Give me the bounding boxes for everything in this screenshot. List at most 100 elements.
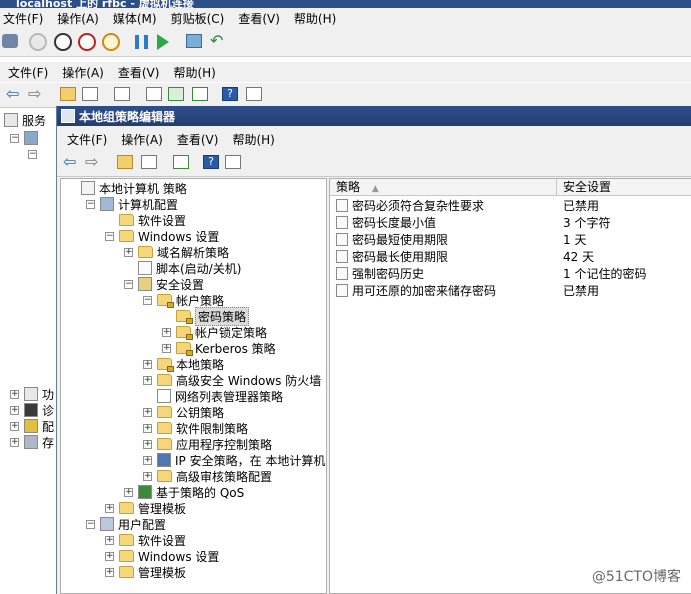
expand-icon[interactable]: + [143, 423, 152, 433]
tree-item[interactable]: + 软件限制策略 [143, 420, 248, 436]
gp-menu-file[interactable]: 文件(F) [67, 131, 107, 148]
show-action-pane-icon[interactable] [225, 155, 241, 169]
cm-tree-item-diag[interactable]: + 诊 [10, 402, 54, 418]
policy-row[interactable]: 密码最短使用期限 1 天 [330, 230, 691, 247]
tree-item[interactable]: 本地计算机 策略 [67, 180, 187, 196]
cm-tree-item-storage[interactable]: + 存 [10, 434, 54, 450]
up-folder-icon[interactable] [60, 87, 76, 101]
policy-row[interactable]: 密码最长使用期限 42 天 [330, 247, 691, 264]
tree-item[interactable]: − 安全设置 [124, 276, 204, 292]
tree-item[interactable]: 密码策略 [162, 306, 250, 326]
column-header-policy[interactable]: 策略 ▲ [330, 179, 557, 196]
expand-icon[interactable]: + [143, 375, 152, 385]
tree-item[interactable]: 网络列表管理器策略 [143, 388, 283, 404]
expand-icon[interactable]: + [143, 471, 152, 481]
refresh-icon[interactable] [168, 87, 184, 101]
show-hide-tree-icon[interactable] [141, 155, 157, 169]
vm-menu-view[interactable]: 查看(V) [238, 10, 280, 27]
collapse-icon[interactable]: − [28, 149, 37, 159]
expand-icon[interactable]: + [10, 405, 19, 415]
reset-icon[interactable] [157, 34, 169, 50]
snapshot-icon[interactable] [186, 34, 202, 48]
expand-icon[interactable]: + [105, 567, 114, 577]
ctrl-alt-del-icon[interactable] [2, 34, 18, 48]
cm-tree-item-system[interactable]: − [10, 130, 42, 146]
back-icon[interactable]: ⇦ [6, 86, 22, 102]
power-icon[interactable] [102, 33, 120, 51]
tree-item[interactable]: 软件设置 [105, 212, 186, 228]
vm-menu-clipboard[interactable]: 剪贴板(C) [171, 10, 225, 27]
gp-menu-view[interactable]: 查看(V) [177, 131, 219, 148]
policy-row[interactable]: 密码必须符合复杂性要求 已禁用 [330, 196, 691, 213]
pause-icon[interactable] [135, 35, 148, 49]
expand-icon[interactable]: + [143, 407, 152, 417]
cm-menu-view[interactable]: 查看(V) [118, 64, 160, 81]
expand-icon[interactable]: + [105, 535, 114, 545]
show-hide-tree-icon[interactable] [82, 87, 98, 101]
tree-item[interactable]: + 软件设置 [105, 532, 186, 548]
tree-item[interactable]: − 用户配置 [86, 516, 166, 532]
revert-icon[interactable]: ↶ [210, 33, 226, 49]
vm-menu-media[interactable]: 媒体(M) [113, 10, 157, 27]
forward-icon[interactable]: ⇨ [85, 154, 101, 170]
policy-row[interactable]: 密码长度最小值 3 个字符 [330, 213, 691, 230]
gp-menu-help[interactable]: 帮助(H) [232, 131, 274, 148]
shutdown-icon[interactable] [78, 33, 96, 51]
turn-off-icon[interactable] [54, 33, 72, 51]
cm-menu-help[interactable]: 帮助(H) [173, 64, 215, 81]
expand-icon[interactable]: + [10, 437, 19, 447]
cm-tree-item-sub[interactable]: − [28, 146, 42, 162]
show-action-pane-icon[interactable] [246, 87, 262, 101]
expand-icon[interactable]: + [124, 247, 133, 257]
vm-menu-help[interactable]: 帮助(H) [294, 10, 336, 27]
cm-tree-item-services[interactable]: 服务 [4, 112, 46, 128]
tree-item[interactable]: + 应用程序控制策略 [143, 436, 272, 452]
export-list-icon[interactable] [192, 87, 208, 101]
expand-icon[interactable]: + [143, 439, 152, 449]
tree-item[interactable]: + 本地策略 [143, 356, 224, 372]
vm-menu-file[interactable]: 文件(F) [3, 10, 43, 27]
vm-menu-action[interactable]: 操作(A) [57, 10, 99, 27]
help-icon[interactable]: ? [222, 87, 238, 101]
tree-item[interactable]: 脚本(启动/关机) [124, 260, 241, 276]
collapse-icon[interactable]: − [10, 133, 19, 143]
expand-icon[interactable]: + [10, 389, 19, 399]
column-header-setting[interactable]: 安全设置 [557, 179, 691, 196]
tree-item[interactable]: + 管理模板 [105, 500, 186, 516]
expand-icon[interactable]: + [105, 551, 114, 561]
tree-item[interactable]: + 公钥策略 [143, 404, 224, 420]
expand-icon[interactable]: + [143, 359, 152, 369]
up-folder-icon[interactable] [117, 155, 133, 169]
help-icon[interactable]: ? [203, 155, 219, 169]
tree-item[interactable]: + IP 安全策略，在 本地计算机 [143, 452, 325, 468]
tree-item[interactable]: + 域名解析策略 [124, 244, 229, 260]
cm-tree-item-func[interactable]: + 功 [10, 386, 54, 402]
tree-item[interactable]: + 基于策略的 QoS [124, 484, 244, 500]
tree-item[interactable]: + 管理模板 [105, 564, 186, 580]
collapse-icon[interactable]: − [86, 519, 95, 529]
expand-icon[interactable]: + [124, 487, 133, 497]
tree-item[interactable]: + 帐户锁定策略 [162, 324, 267, 340]
tree-item[interactable]: − 计算机配置 [86, 196, 178, 212]
tree-item[interactable]: − Windows 设置 [105, 228, 219, 244]
tree-item[interactable]: + 高级安全 Windows 防火墙 [143, 372, 321, 388]
expand-icon[interactable]: + [105, 503, 114, 513]
cm-menu-file[interactable]: 文件(F) [8, 64, 48, 81]
export-list-icon[interactable] [173, 155, 189, 169]
tree-item[interactable]: + 高级审核策略配置 [143, 468, 272, 484]
gp-menu-action[interactable]: 操作(A) [121, 131, 163, 148]
expand-icon[interactable]: + [162, 327, 171, 337]
back-icon[interactable]: ⇦ [63, 154, 79, 170]
export-icon[interactable] [146, 87, 162, 101]
cm-menu-action[interactable]: 操作(A) [62, 64, 104, 81]
tree-item[interactable]: + Windows 设置 [105, 548, 219, 564]
expand-icon[interactable]: + [143, 455, 152, 465]
tree-item[interactable]: + Kerberos 策略 [162, 340, 276, 356]
collapse-icon[interactable]: − [124, 279, 133, 289]
collapse-icon[interactable]: − [86, 199, 95, 209]
expand-icon[interactable]: + [162, 343, 171, 353]
properties-icon[interactable] [114, 87, 130, 101]
start-icon[interactable] [29, 33, 47, 51]
policy-row[interactable]: 用可还原的加密来储存密码 已禁用 [330, 281, 691, 298]
cm-tree-item-config[interactable]: + 配 [10, 418, 54, 434]
